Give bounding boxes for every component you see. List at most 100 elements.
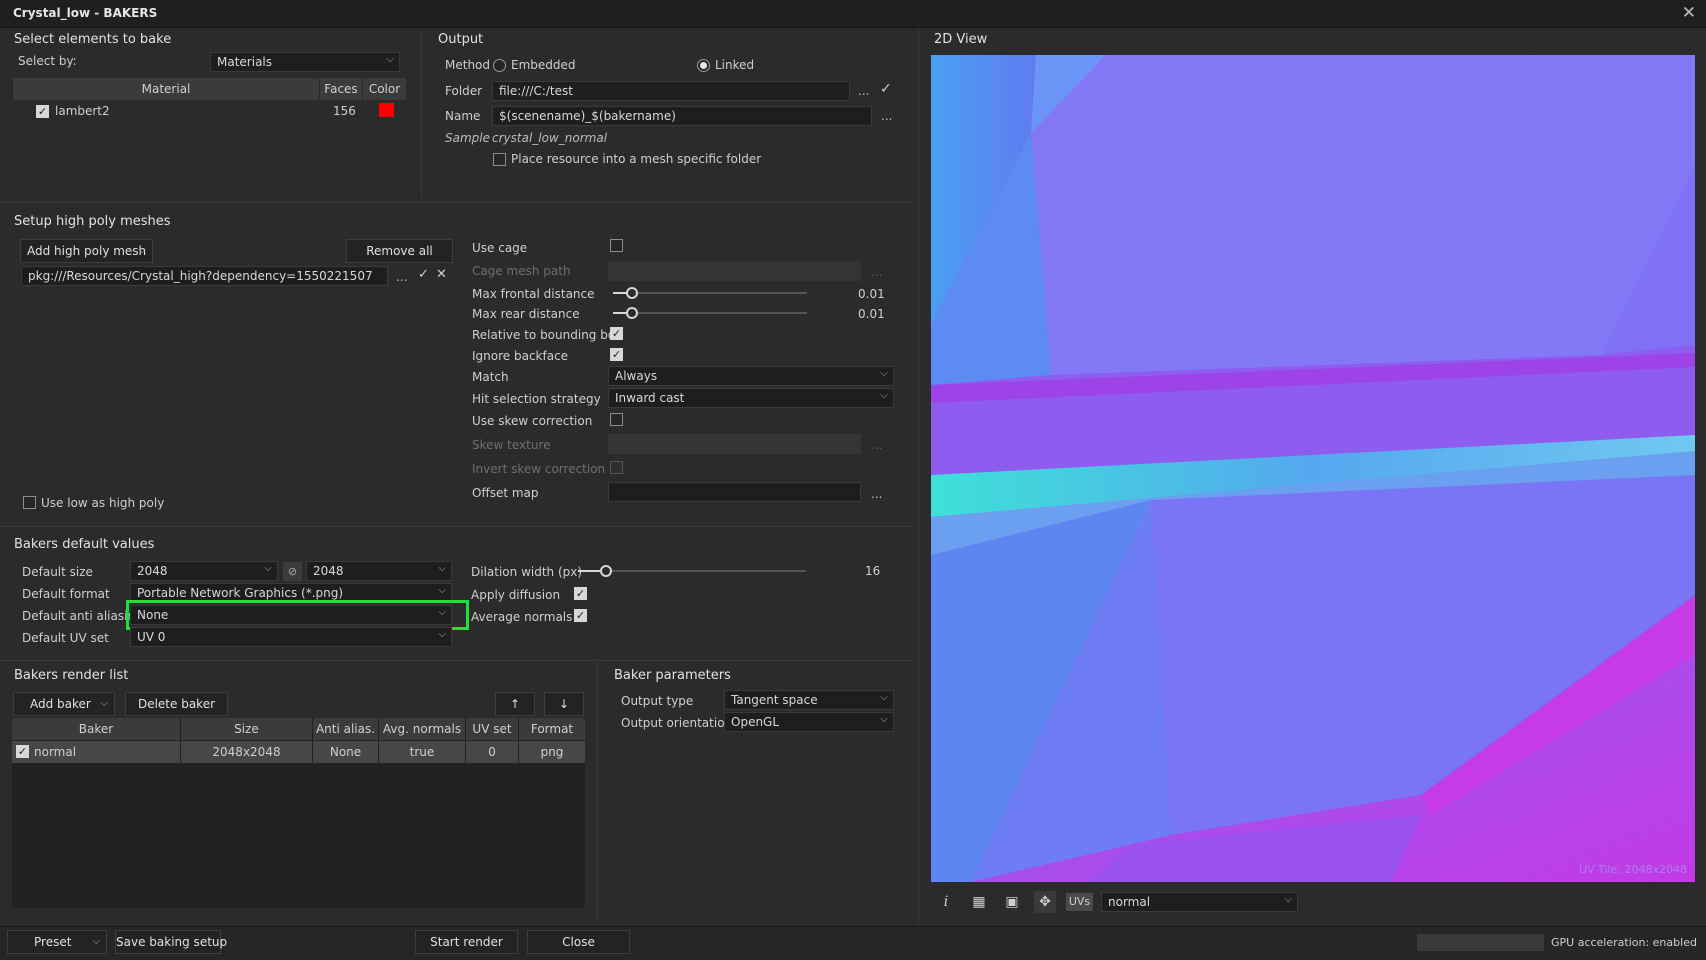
add-baker-button[interactable]: Add baker ⌵ [13, 692, 115, 716]
select-elements-title: Select elements to bake [14, 32, 172, 47]
avg-normals-column-header[interactable]: Avg. normals [379, 718, 465, 740]
size-column-header[interactable]: Size [181, 718, 312, 740]
slider-handle[interactable] [626, 287, 638, 299]
max-rear-slider[interactable] [613, 307, 807, 319]
pan-icon[interactable]: ✥ [1034, 891, 1056, 913]
default-size-height-dropdown[interactable]: 2048 ⌵ [306, 561, 452, 581]
faces-column-header[interactable]: Faces [320, 78, 362, 100]
use-low-as-high-checkbox[interactable] [23, 496, 36, 509]
start-render-button[interactable]: Start render [415, 930, 518, 954]
baker-avg-normals: true [379, 741, 465, 763]
max-frontal-label: Max frontal distance [472, 287, 595, 301]
divider [597, 662, 598, 924]
dilation-value: 16 [865, 564, 881, 578]
save-baking-setup-button[interactable]: Save baking setup [115, 930, 227, 954]
output-type-label: Output type [621, 694, 694, 708]
checkmark-icon[interactable]: ✓ [418, 267, 429, 282]
highlight-box [126, 600, 469, 630]
average-normals-checkbox[interactable]: ✓ [574, 609, 587, 622]
use-cage-checkbox[interactable] [610, 239, 623, 252]
uv-set-column-header[interactable]: UV set [466, 718, 518, 740]
view2d-title: 2D View [934, 32, 988, 47]
baker-name: normal [34, 745, 77, 759]
mesh-folder-label: Place resource into a mesh specific fold… [511, 152, 762, 166]
output-type-dropdown[interactable]: Tangent space ⌵ [724, 690, 894, 710]
relative-bbox-checkbox[interactable]: ✓ [610, 327, 623, 340]
high-poly-path-input[interactable]: pkg:///Resources/Crystal_high?dependency… [21, 266, 388, 286]
use-skew-checkbox[interactable] [610, 413, 623, 426]
hit-strategy-dropdown[interactable]: Inward cast ⌵ [608, 388, 894, 408]
default-size-width-dropdown[interactable]: 2048 ⌵ [130, 561, 278, 581]
browse-cage-button: ... [871, 265, 883, 279]
method-linked-label: Linked [715, 58, 755, 72]
method-linked-radio[interactable] [697, 59, 710, 72]
method-embedded-radio[interactable] [493, 59, 506, 72]
normal-map-preview[interactable]: UV Tile: 2048x2048 [931, 55, 1695, 882]
color-column-header[interactable]: Color [363, 78, 406, 100]
use-low-as-high-label: Use low as high poly [41, 496, 165, 510]
select-by-value: Materials [217, 55, 273, 69]
link-size-icon[interactable]: ⊘ [283, 562, 302, 581]
fit-view-icon[interactable]: ▣ [1001, 891, 1023, 913]
offset-map-label: Offset map [472, 486, 539, 500]
dilation-slider[interactable] [578, 565, 806, 577]
cage-mesh-path-label: Cage mesh path [472, 264, 571, 278]
close-button[interactable]: Close [527, 930, 630, 954]
name-input[interactable]: $(scenename)_$(bakername) [492, 106, 872, 126]
skew-texture-label: Skew texture [472, 438, 551, 452]
slider-handle[interactable] [600, 565, 612, 577]
browse-offset-map-button[interactable]: ... [871, 487, 882, 501]
baker-checkbox[interactable]: ✓ [16, 745, 29, 758]
max-rear-label: Max rear distance [472, 307, 580, 321]
remove-all-button[interactable]: Remove all [346, 239, 453, 263]
baker-column-header[interactable]: Baker [12, 718, 180, 740]
mesh-folder-checkbox[interactable] [493, 153, 506, 166]
close-window-icon[interactable]: ✕ [1682, 3, 1696, 23]
default-uv-dropdown[interactable]: UV 0 ⌵ [130, 627, 452, 647]
grid-icon[interactable]: ▦ [968, 891, 990, 913]
preset-button[interactable]: Preset ⌵ [7, 930, 107, 954]
material-column-header[interactable]: Material [13, 78, 319, 100]
move-up-button[interactable]: ↑ [495, 692, 535, 716]
select-by-dropdown[interactable]: Materials ⌵ [210, 52, 400, 72]
max-frontal-slider[interactable] [613, 287, 807, 299]
table-row[interactable]: ✓ lambert2 156 [13, 101, 406, 121]
match-dropdown[interactable]: Always ⌵ [608, 366, 894, 386]
uvs-toggle-button[interactable]: UVs [1066, 893, 1093, 911]
checkmark-icon[interactable]: ✓ [880, 81, 892, 97]
delete-baker-button[interactable]: Delete baker [125, 692, 228, 716]
chevron-down-icon: ⌵ [264, 563, 272, 574]
browse-mesh-button[interactable]: ... [396, 270, 407, 284]
folder-input[interactable]: file:///C:/test [492, 81, 850, 101]
name-options-button[interactable]: ... [881, 109, 892, 123]
output-orientation-dropdown[interactable]: OpenGL ⌵ [724, 712, 894, 732]
remove-mesh-icon[interactable]: ✕ [436, 267, 447, 282]
sample-label: Sample [445, 131, 490, 145]
hit-strategy-value: Inward cast [615, 391, 685, 405]
chevron-down-icon: ⌵ [880, 368, 888, 379]
sample-value: crystal_low_normal [492, 131, 608, 145]
table-row[interactable]: ✓ normal 2048x2048 None true 0 png [12, 741, 585, 763]
apply-diffusion-checkbox[interactable]: ✓ [574, 587, 587, 600]
offset-map-input[interactable] [608, 482, 861, 502]
chevron-down-icon: ⌵ [880, 692, 888, 703]
info-icon[interactable]: i [935, 891, 957, 913]
chevron-down-icon: ⌵ [880, 390, 888, 401]
title-bar: Crystal_low - BAKERS ✕ [0, 0, 1706, 28]
channel-dropdown[interactable]: normal ⌵ [1101, 892, 1298, 912]
divider [421, 28, 422, 198]
aa-column-header[interactable]: Anti alias. [313, 718, 378, 740]
ignore-backface-checkbox[interactable]: ✓ [610, 348, 623, 361]
defaults-title: Bakers default values [14, 537, 155, 552]
chevron-down-icon: ⌵ [100, 698, 108, 709]
default-size-width-value: 2048 [137, 564, 168, 578]
browse-folder-button[interactable]: ... [858, 84, 869, 98]
material-color-swatch[interactable] [379, 103, 394, 117]
slider-handle[interactable] [626, 307, 638, 319]
add-high-poly-mesh-button[interactable]: Add high poly mesh ⌵ [20, 239, 153, 263]
move-down-button[interactable]: ↓ [544, 692, 584, 716]
material-checkbox[interactable]: ✓ [36, 105, 49, 118]
chevron-down-icon: ⌵ [138, 245, 146, 256]
format-column-header[interactable]: Format [519, 718, 585, 740]
divider [918, 28, 919, 926]
